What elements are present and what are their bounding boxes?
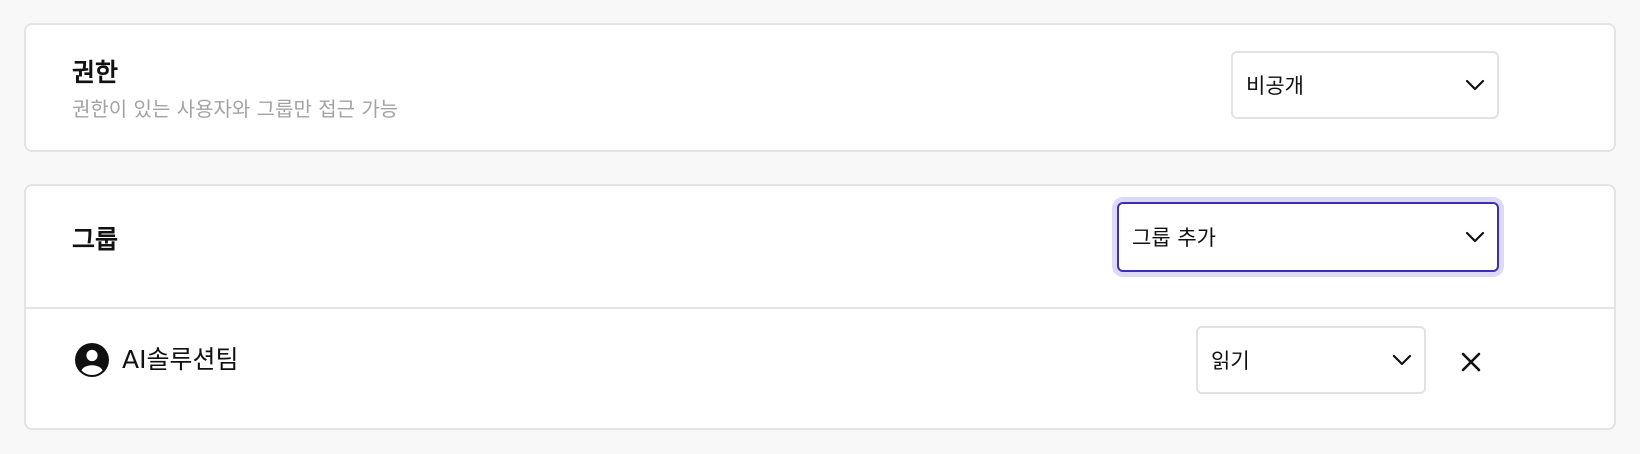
permission-card: 권한 권한이 있는 사용자와 그룹만 접근 가능 비공개: [24, 23, 1616, 152]
remove-member-button[interactable]: [1451, 344, 1491, 380]
add-group-select-value: 그룹 추가: [1132, 226, 1216, 250]
groups-title: 그룹: [72, 225, 119, 254]
permission-title: 권한: [72, 58, 119, 87]
permission-description: 권한이 있는 사용자와 그룹만 접근 가능: [72, 97, 399, 121]
user-circle-icon: [75, 343, 109, 377]
close-icon: [1461, 352, 1481, 372]
member-role-select-value: 읽기: [1211, 349, 1250, 373]
group-member-name: AI솔루션팀: [122, 345, 239, 374]
visibility-select-value: 비공개: [1246, 74, 1304, 98]
groups-card: 그룹 그룹 추가 AI솔루션팀 읽기: [24, 184, 1616, 430]
add-group-select[interactable]: 그룹 추가: [1117, 202, 1499, 272]
chevron-down-icon: [1465, 231, 1485, 243]
divider: [26, 307, 1614, 309]
member-role-select[interactable]: 읽기: [1196, 326, 1426, 394]
visibility-select[interactable]: 비공개: [1231, 51, 1499, 119]
chevron-down-icon: [1465, 79, 1485, 91]
chevron-down-icon: [1392, 354, 1412, 366]
